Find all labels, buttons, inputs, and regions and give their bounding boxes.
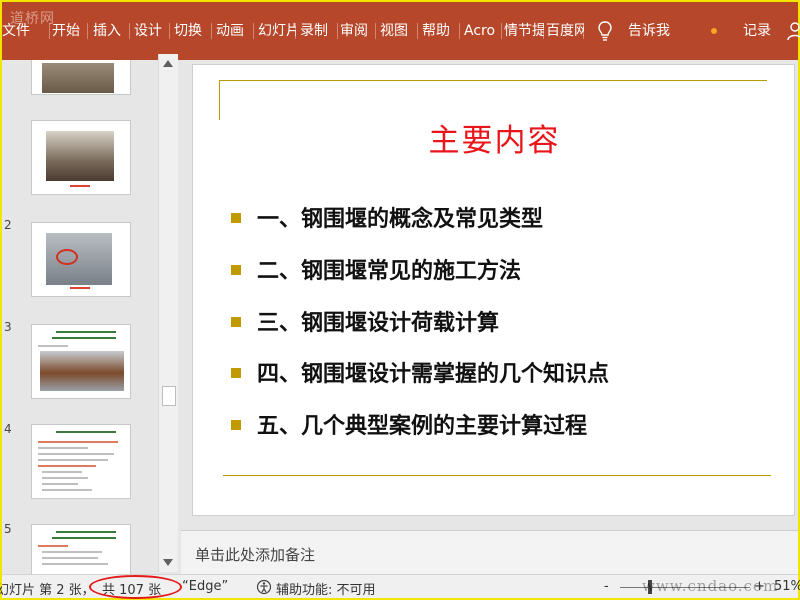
bullet-text: 三、钢围堰设计荷载计算 — [257, 310, 500, 336]
thumbnail-text-line — [42, 477, 88, 479]
thumbnail-caption — [70, 185, 90, 187]
theme-name: “Edge” — [182, 579, 229, 594]
slide-thumbnail[interactable] — [31, 120, 131, 195]
slide-thumbnail[interactable] — [31, 324, 131, 399]
share-person-icon[interactable] — [786, 22, 800, 40]
tab-insert[interactable]: 插入 — [90, 20, 130, 42]
thumbnail-text-line — [42, 563, 108, 565]
tab-recording[interactable]: 录制 — [298, 20, 338, 42]
notes-pane[interactable]: 单击此处添加备注 — [181, 530, 798, 574]
slide-top-rule-corner — [219, 80, 220, 120]
bullet-item[interactable]: 三、钢围堰设计荷载计算 — [231, 308, 499, 338]
scroll-up-arrow-icon[interactable] — [163, 60, 173, 67]
bullet-text: 五、几个典型案例的主要计算过程 — [257, 413, 588, 439]
slide-thumbnail[interactable] — [31, 524, 131, 574]
slide-thumbnail-pane[interactable]: 2 3 4 5 — [2, 60, 180, 574]
status-bar: 幻灯片 第 2 张， 共 107 张 “Edge” 辅助功能: 不可用 - ww… — [0, 574, 800, 599]
record-button[interactable]: 记录 — [743, 20, 771, 42]
thumbnail-title-line — [56, 331, 116, 333]
zoom-out-button[interactable]: - — [604, 579, 609, 594]
slide-title[interactable]: 主要内容 — [193, 115, 796, 160]
bullet-marker — [231, 317, 241, 327]
red-annotation-circle — [89, 575, 182, 599]
thumbnail-text-line — [38, 441, 118, 443]
thumbnail-text-line — [42, 471, 82, 473]
notes-placeholder[interactable]: 单击此处添加备注 — [195, 544, 315, 565]
notification-dot — [711, 28, 717, 34]
tab-acrobat[interactable]: Acro — [462, 20, 502, 42]
slide-number: 2 — [4, 218, 12, 232]
thumbnail-text-line — [42, 483, 78, 485]
tab-help[interactable]: 帮助 — [420, 20, 460, 42]
slide-position-text: 幻灯片 第 2 张， — [0, 583, 95, 598]
ribbon-tab-bar: 道桥网 文件 开始 插入 设计 切换 动画 幻灯片 录制 审阅 视图 帮助 Ac… — [2, 2, 800, 60]
thumbnail-title-line — [56, 431, 116, 433]
scrollbar-thumb[interactable] — [162, 386, 176, 406]
slide-editing-area: 主要内容 一、钢围堰的概念及常见类型 二、钢围堰常见的施工方法 三、钢围堰设计荷… — [181, 60, 798, 530]
thumbnail-caption — [70, 287, 90, 289]
zoom-level[interactable]: 51% — [774, 579, 800, 594]
thumbnail-title-line — [56, 531, 116, 533]
bullet-text: 二、钢围堰常见的施工方法 — [257, 258, 522, 284]
bullet-text: 四、钢围堰设计需掌握的几个知识点 — [257, 361, 610, 387]
thumbnail-text-line — [38, 447, 88, 449]
thumbnail-scrollbar[interactable] — [158, 54, 178, 572]
bullet-marker — [231, 420, 241, 430]
thumbnail-text-line — [42, 557, 98, 559]
tab-slideshow[interactable]: 幻灯片 — [256, 20, 296, 42]
lightbulb-icon[interactable] — [598, 21, 612, 41]
slide-thumbnail[interactable] — [31, 60, 131, 95]
thumbnail-text-line — [42, 551, 102, 553]
tab-file[interactable]: 文件 — [2, 20, 50, 42]
thumbnail-text-line — [42, 489, 92, 491]
thumbnail-text-line — [38, 345, 68, 347]
current-slide[interactable]: 主要内容 一、钢围堰的概念及常见类型 二、钢围堰常见的施工方法 三、钢围堰设计荷… — [192, 64, 795, 516]
tab-storyboard[interactable]: 情节提要 — [502, 20, 544, 42]
accessibility-status[interactable]: 辅助功能: 不可用 — [276, 579, 376, 598]
accessibility-icon[interactable] — [256, 579, 272, 595]
slide-thumbnail[interactable] — [31, 424, 131, 499]
slide-number: 3 — [4, 320, 12, 334]
bullet-text: 一、钢围堰的概念及常见类型 — [257, 206, 544, 232]
bullet-marker — [231, 213, 241, 223]
tab-transitions[interactable]: 切换 — [172, 20, 212, 42]
thumbnail-title-line — [52, 337, 116, 339]
thumbnail-highlight-circle — [56, 249, 78, 265]
zoom-in-button[interactable]: + — [754, 579, 765, 594]
thumbnail-text-line — [38, 459, 108, 461]
slide-top-rule — [219, 80, 767, 81]
tab-baidu-netdisk[interactable]: 百度网盘 — [544, 20, 584, 42]
thumbnail-text-line — [38, 545, 68, 547]
thumbnail-text-line — [38, 453, 114, 455]
slide-number: 5 — [4, 522, 12, 536]
tab-animations[interactable]: 动画 — [214, 20, 254, 42]
bullet-item[interactable]: 五、几个典型案例的主要计算过程 — [231, 411, 587, 441]
bullet-marker — [231, 368, 241, 378]
slide-thumbnail[interactable] — [31, 222, 131, 297]
thumbnail-photo — [40, 351, 124, 391]
thumbnail-photo — [42, 63, 114, 93]
thumbnail-title-line — [52, 537, 116, 539]
slide-number: 4 — [4, 422, 12, 436]
bullet-item[interactable]: 二、钢围堰常见的施工方法 — [231, 256, 521, 286]
bullet-item[interactable]: 四、钢围堰设计需掌握的几个知识点 — [231, 359, 609, 389]
thumbnail-text-line — [38, 465, 96, 467]
bullet-marker — [231, 265, 241, 275]
slide-bottom-rule — [223, 475, 771, 476]
tab-review[interactable]: 审阅 — [338, 20, 376, 42]
tab-home[interactable]: 开始 — [50, 20, 88, 42]
thumbnail-photo — [46, 131, 114, 181]
scroll-down-arrow-icon[interactable] — [163, 559, 173, 566]
bullet-item[interactable]: 一、钢围堰的概念及常见类型 — [231, 204, 543, 234]
tab-view[interactable]: 视图 — [378, 20, 418, 42]
tab-design[interactable]: 设计 — [132, 20, 170, 42]
tell-me-search[interactable]: 告诉我 — [628, 20, 670, 42]
